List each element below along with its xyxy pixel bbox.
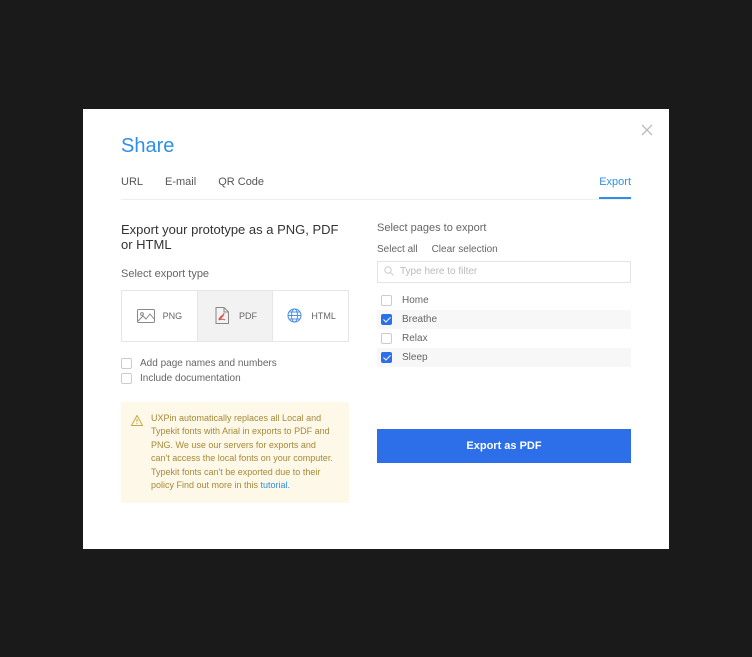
tab-export[interactable]: Export <box>599 176 631 199</box>
left-column: Export your prototype as a PNG, PDF or H… <box>121 222 349 503</box>
globe-icon <box>285 308 303 324</box>
export-type-html-label: HTML <box>311 311 336 321</box>
export-type-pdf[interactable]: PDF <box>197 291 273 341</box>
filter-input[interactable] <box>400 266 624 277</box>
checkbox-icon <box>381 314 392 325</box>
page-row[interactable]: Home <box>377 291 631 310</box>
tab-url[interactable]: URL <box>121 176 143 199</box>
page-list: Home Breathe Relax Sleep <box>377 291 631 411</box>
filter-input-wrapper[interactable] <box>377 261 631 283</box>
export-type-html[interactable]: HTML <box>272 291 348 341</box>
checkbox-icon <box>121 373 132 384</box>
tab-email[interactable]: E-mail <box>165 176 196 199</box>
export-button[interactable]: Export as PDF <box>377 429 631 463</box>
page-row[interactable]: Breathe <box>377 310 631 329</box>
pages-label: Select pages to export <box>377 222 631 234</box>
export-type-png-label: PNG <box>163 311 183 321</box>
modal-header: Share URL E-mail QR Code Export <box>83 109 669 200</box>
checkbox-icon <box>381 295 392 306</box>
right-column: Select pages to export Select all Clear … <box>377 222 631 503</box>
page-actions: Select all Clear selection <box>377 244 631 255</box>
share-modal: Share URL E-mail QR Code Export Export y… <box>83 109 669 549</box>
select-all-link[interactable]: Select all <box>377 244 418 255</box>
export-type-label: Select export type <box>121 268 349 280</box>
font-warning-text: UXPin automatically replaces all Local a… <box>151 412 337 493</box>
checkbox-icon <box>381 352 392 363</box>
modal-title: Share <box>121 135 631 158</box>
page-name: Relax <box>402 333 428 344</box>
page-name: Home <box>402 295 429 306</box>
checkbox-icon <box>121 358 132 369</box>
export-type-pdf-label: PDF <box>239 311 257 321</box>
image-icon <box>137 308 155 324</box>
page-row[interactable]: Relax <box>377 329 631 348</box>
tab-bar: URL E-mail QR Code Export <box>121 176 631 200</box>
export-type-png[interactable]: PNG <box>122 291 197 341</box>
tutorial-link[interactable]: tutorial. <box>261 480 291 490</box>
font-warning-note: UXPin automatically replaces all Local a… <box>121 402 349 503</box>
close-button[interactable] <box>641 123 653 141</box>
warning-icon <box>131 413 143 493</box>
clear-selection-link[interactable]: Clear selection <box>432 244 498 255</box>
page-name: Breathe <box>402 314 437 325</box>
pdf-file-icon <box>213 308 231 324</box>
close-icon <box>641 124 653 136</box>
modal-content: Export your prototype as a PNG, PDF or H… <box>83 200 669 533</box>
search-icon <box>384 263 394 281</box>
content-heading: Export your prototype as a PNG, PDF or H… <box>121 222 349 252</box>
checkbox-icon <box>381 333 392 344</box>
page-name: Sleep <box>402 352 428 363</box>
tab-qr[interactable]: QR Code <box>218 176 264 199</box>
option-add-names-label: Add page names and numbers <box>140 358 277 369</box>
export-type-selector: PNG PDF HTML <box>121 290 349 342</box>
page-row[interactable]: Sleep <box>377 348 631 367</box>
option-include-docs[interactable]: Include documentation <box>121 373 349 384</box>
option-add-names[interactable]: Add page names and numbers <box>121 358 349 369</box>
option-include-docs-label: Include documentation <box>140 373 241 384</box>
